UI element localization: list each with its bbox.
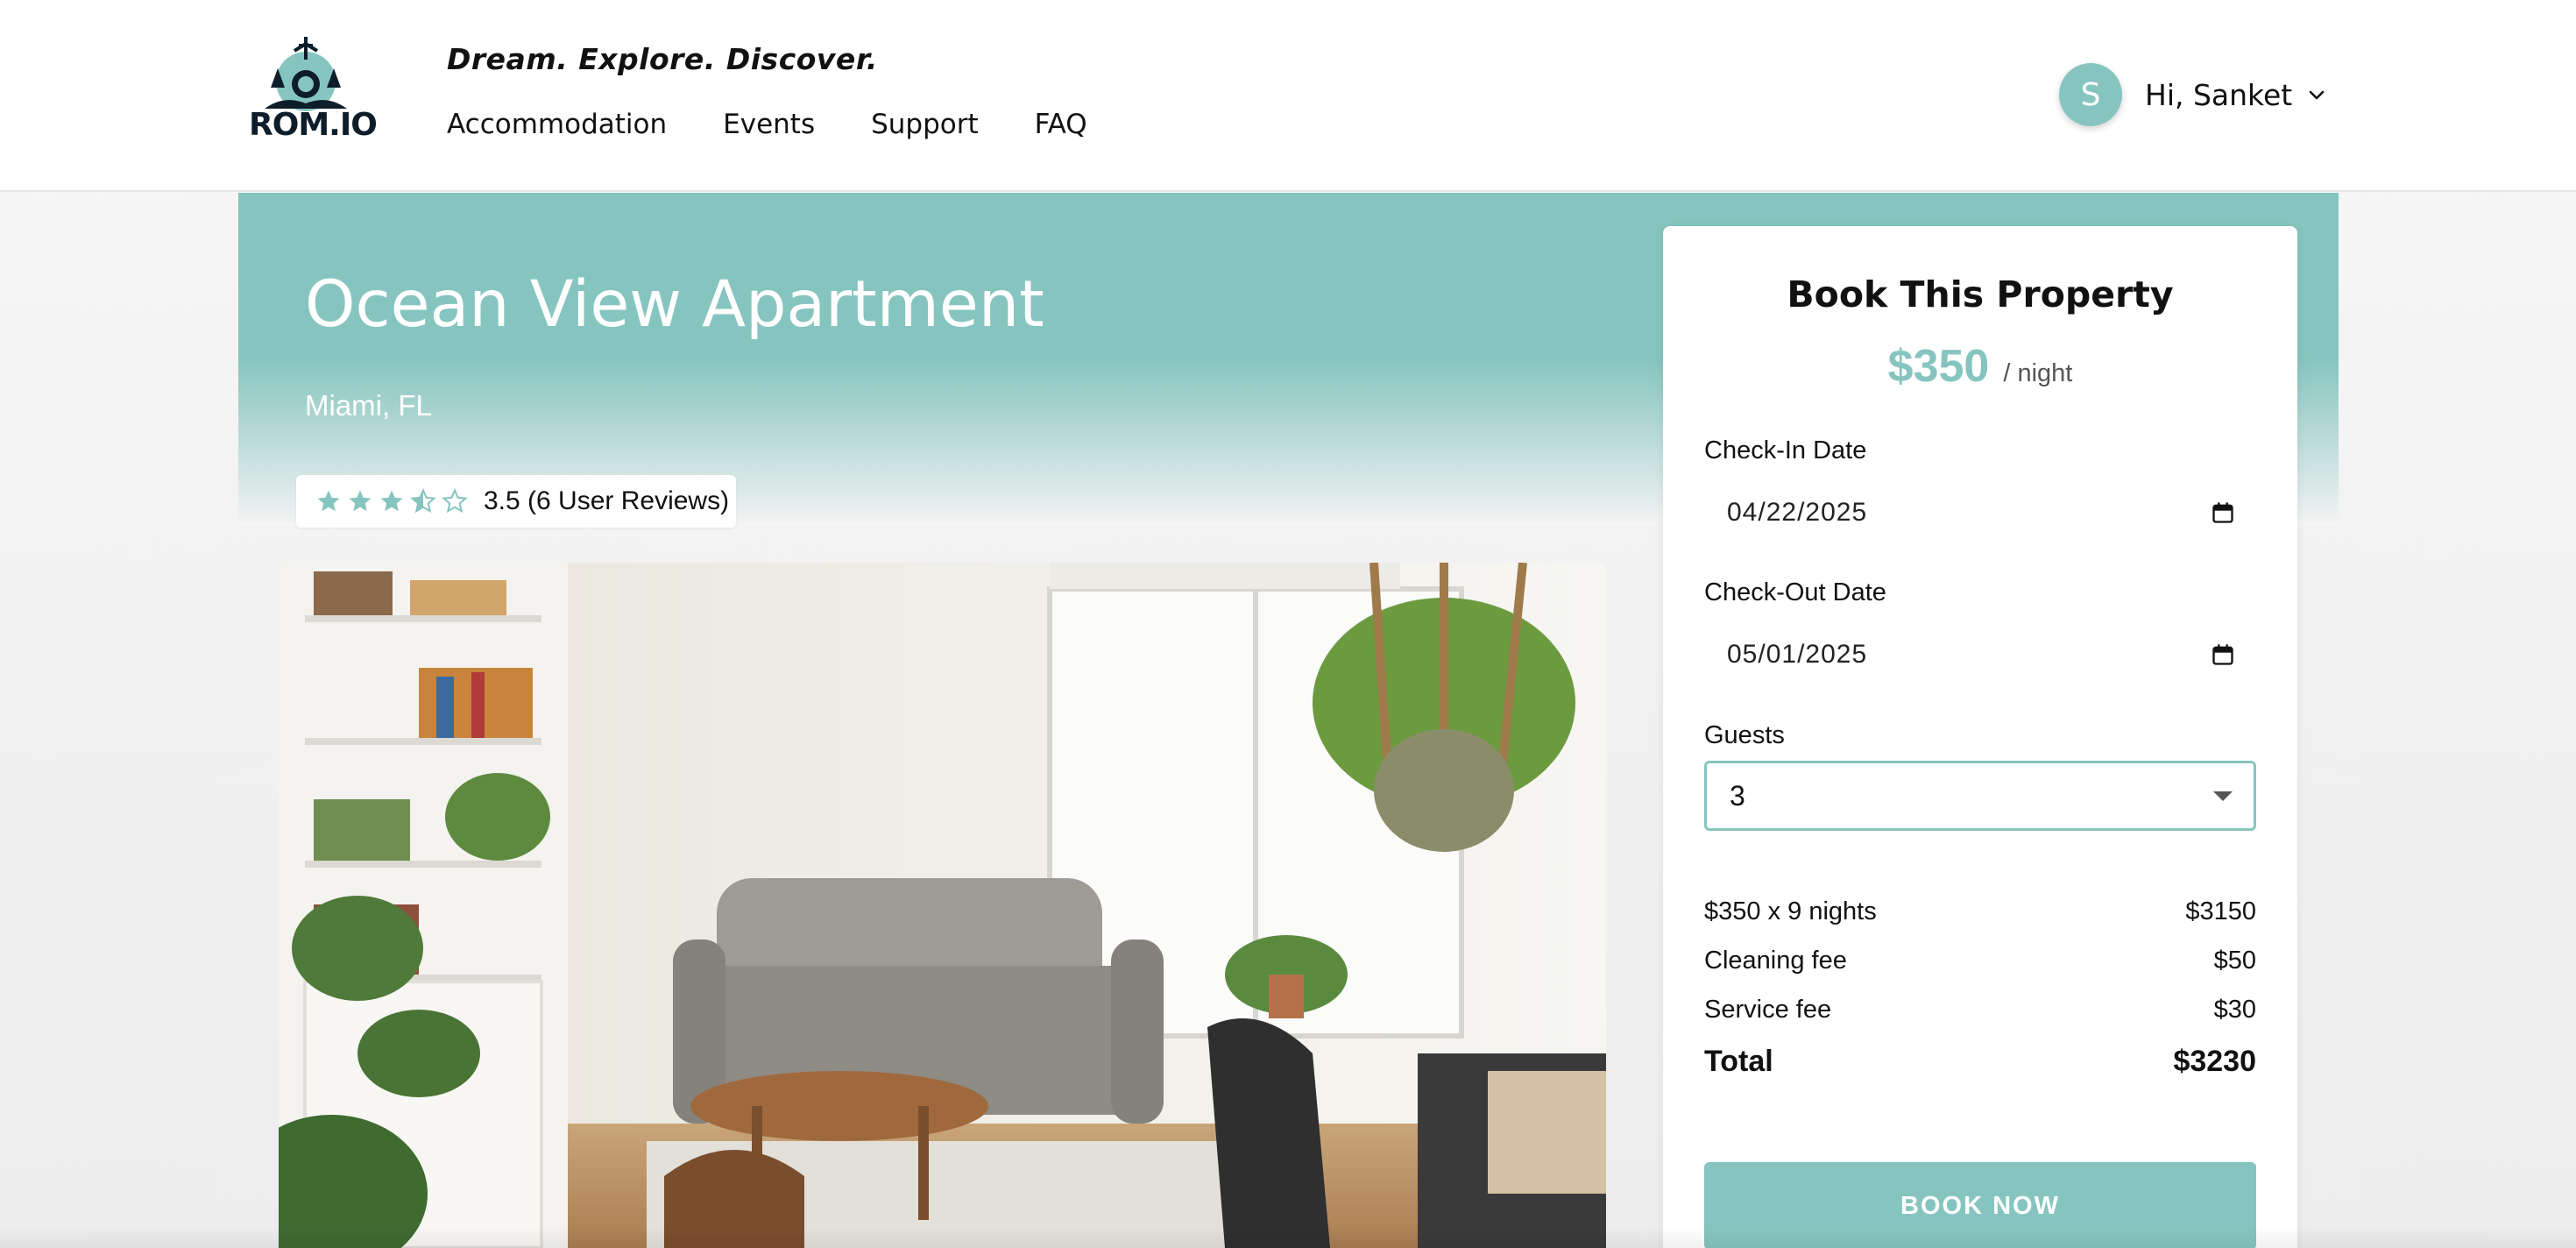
total-label: Total xyxy=(1704,1045,1773,1078)
price-unit: / night xyxy=(2003,359,2073,387)
site-header: ROM.IO Dream. Explore. Discover. Accommo… xyxy=(0,0,2576,192)
main-nav: Accommodation Events Support FAQ xyxy=(447,109,1087,140)
guests-label: Guests xyxy=(1704,721,1785,749)
property-location: Miami, FL xyxy=(305,389,432,422)
property-title: Ocean View Apartment xyxy=(305,267,1044,342)
logo-text: ROM.IO xyxy=(249,107,378,143)
price-line-nights: $350 x 9 nights $3150 xyxy=(1704,897,2256,926)
viewport-bottom-shadow xyxy=(0,1227,2576,1248)
booking-card: Book This Property $350 / night Check-In… xyxy=(1663,226,2297,1248)
nav-item-support[interactable]: Support xyxy=(871,109,979,140)
nav-item-events[interactable]: Events xyxy=(723,109,815,140)
price-total: Total $3230 xyxy=(1704,1045,2256,1079)
user-greeting[interactable]: Hi, Sanket xyxy=(2145,78,2292,112)
check-in-label: Check-In Date xyxy=(1704,436,1867,464)
calendar-icon[interactable] xyxy=(2211,642,2235,667)
price-line-amount: $30 xyxy=(2213,996,2256,1024)
price-line-service: Service fee $30 xyxy=(1704,996,2256,1025)
property-photo[interactable] xyxy=(279,563,1606,1248)
avatar[interactable]: S xyxy=(2059,63,2122,126)
star-full-icon xyxy=(349,490,372,512)
price-row: $350 / night xyxy=(1663,340,2297,393)
check-out-label: Check-Out Date xyxy=(1704,578,1886,606)
logo-graphic xyxy=(265,37,347,111)
chevron-down-icon[interactable] xyxy=(2306,84,2327,105)
price-line-cleaning: Cleaning fee $50 xyxy=(1704,947,2256,975)
star-empty-icon xyxy=(442,488,468,514)
star-full-icon xyxy=(380,490,403,512)
nav-item-accommodation[interactable]: Accommodation xyxy=(447,109,667,140)
tagline: Dream. Explore. Discover. xyxy=(447,42,878,76)
price-line-label: Cleaning fee xyxy=(1704,947,1847,975)
dropdown-caret-icon[interactable] xyxy=(2213,791,2233,801)
check-in-date-value[interactable]: 04/22/2025 xyxy=(1727,498,1867,528)
price-line-amount: $50 xyxy=(2213,947,2256,975)
calendar-icon[interactable] xyxy=(2211,500,2235,525)
site-logo[interactable]: ROM.IO xyxy=(249,33,378,144)
check-out-date-value[interactable]: 05/01/2025 xyxy=(1727,640,1867,670)
total-amount: $3230 xyxy=(2173,1045,2256,1078)
price-line-amount: $3150 xyxy=(2185,897,2256,925)
star-full-icon xyxy=(317,490,340,512)
rating-text[interactable]: 3.5 (6 User Reviews) xyxy=(484,486,729,516)
nightly-price: $350 xyxy=(1887,341,1990,392)
guests-value[interactable]: 3 xyxy=(1730,780,1745,812)
nav-item-faq[interactable]: FAQ xyxy=(1035,109,1087,140)
user-menu[interactable]: S Hi, Sanket xyxy=(2059,63,2327,126)
price-line-label: Service fee xyxy=(1704,996,1832,1024)
living-room-photo xyxy=(279,563,1606,1248)
check-out-date-input[interactable]: 05/01/2025 xyxy=(1704,626,2256,684)
star-half-icon xyxy=(410,488,436,514)
guests-select[interactable]: 3 xyxy=(1704,761,2256,831)
price-line-label: $350 x 9 nights xyxy=(1704,897,1877,925)
check-in-date-input[interactable]: 04/22/2025 xyxy=(1704,484,2256,542)
rating-badge[interactable]: 3.5 (6 User Reviews) xyxy=(296,475,736,528)
rating-stars xyxy=(315,488,468,514)
booking-title: Book This Property xyxy=(1787,273,2174,316)
